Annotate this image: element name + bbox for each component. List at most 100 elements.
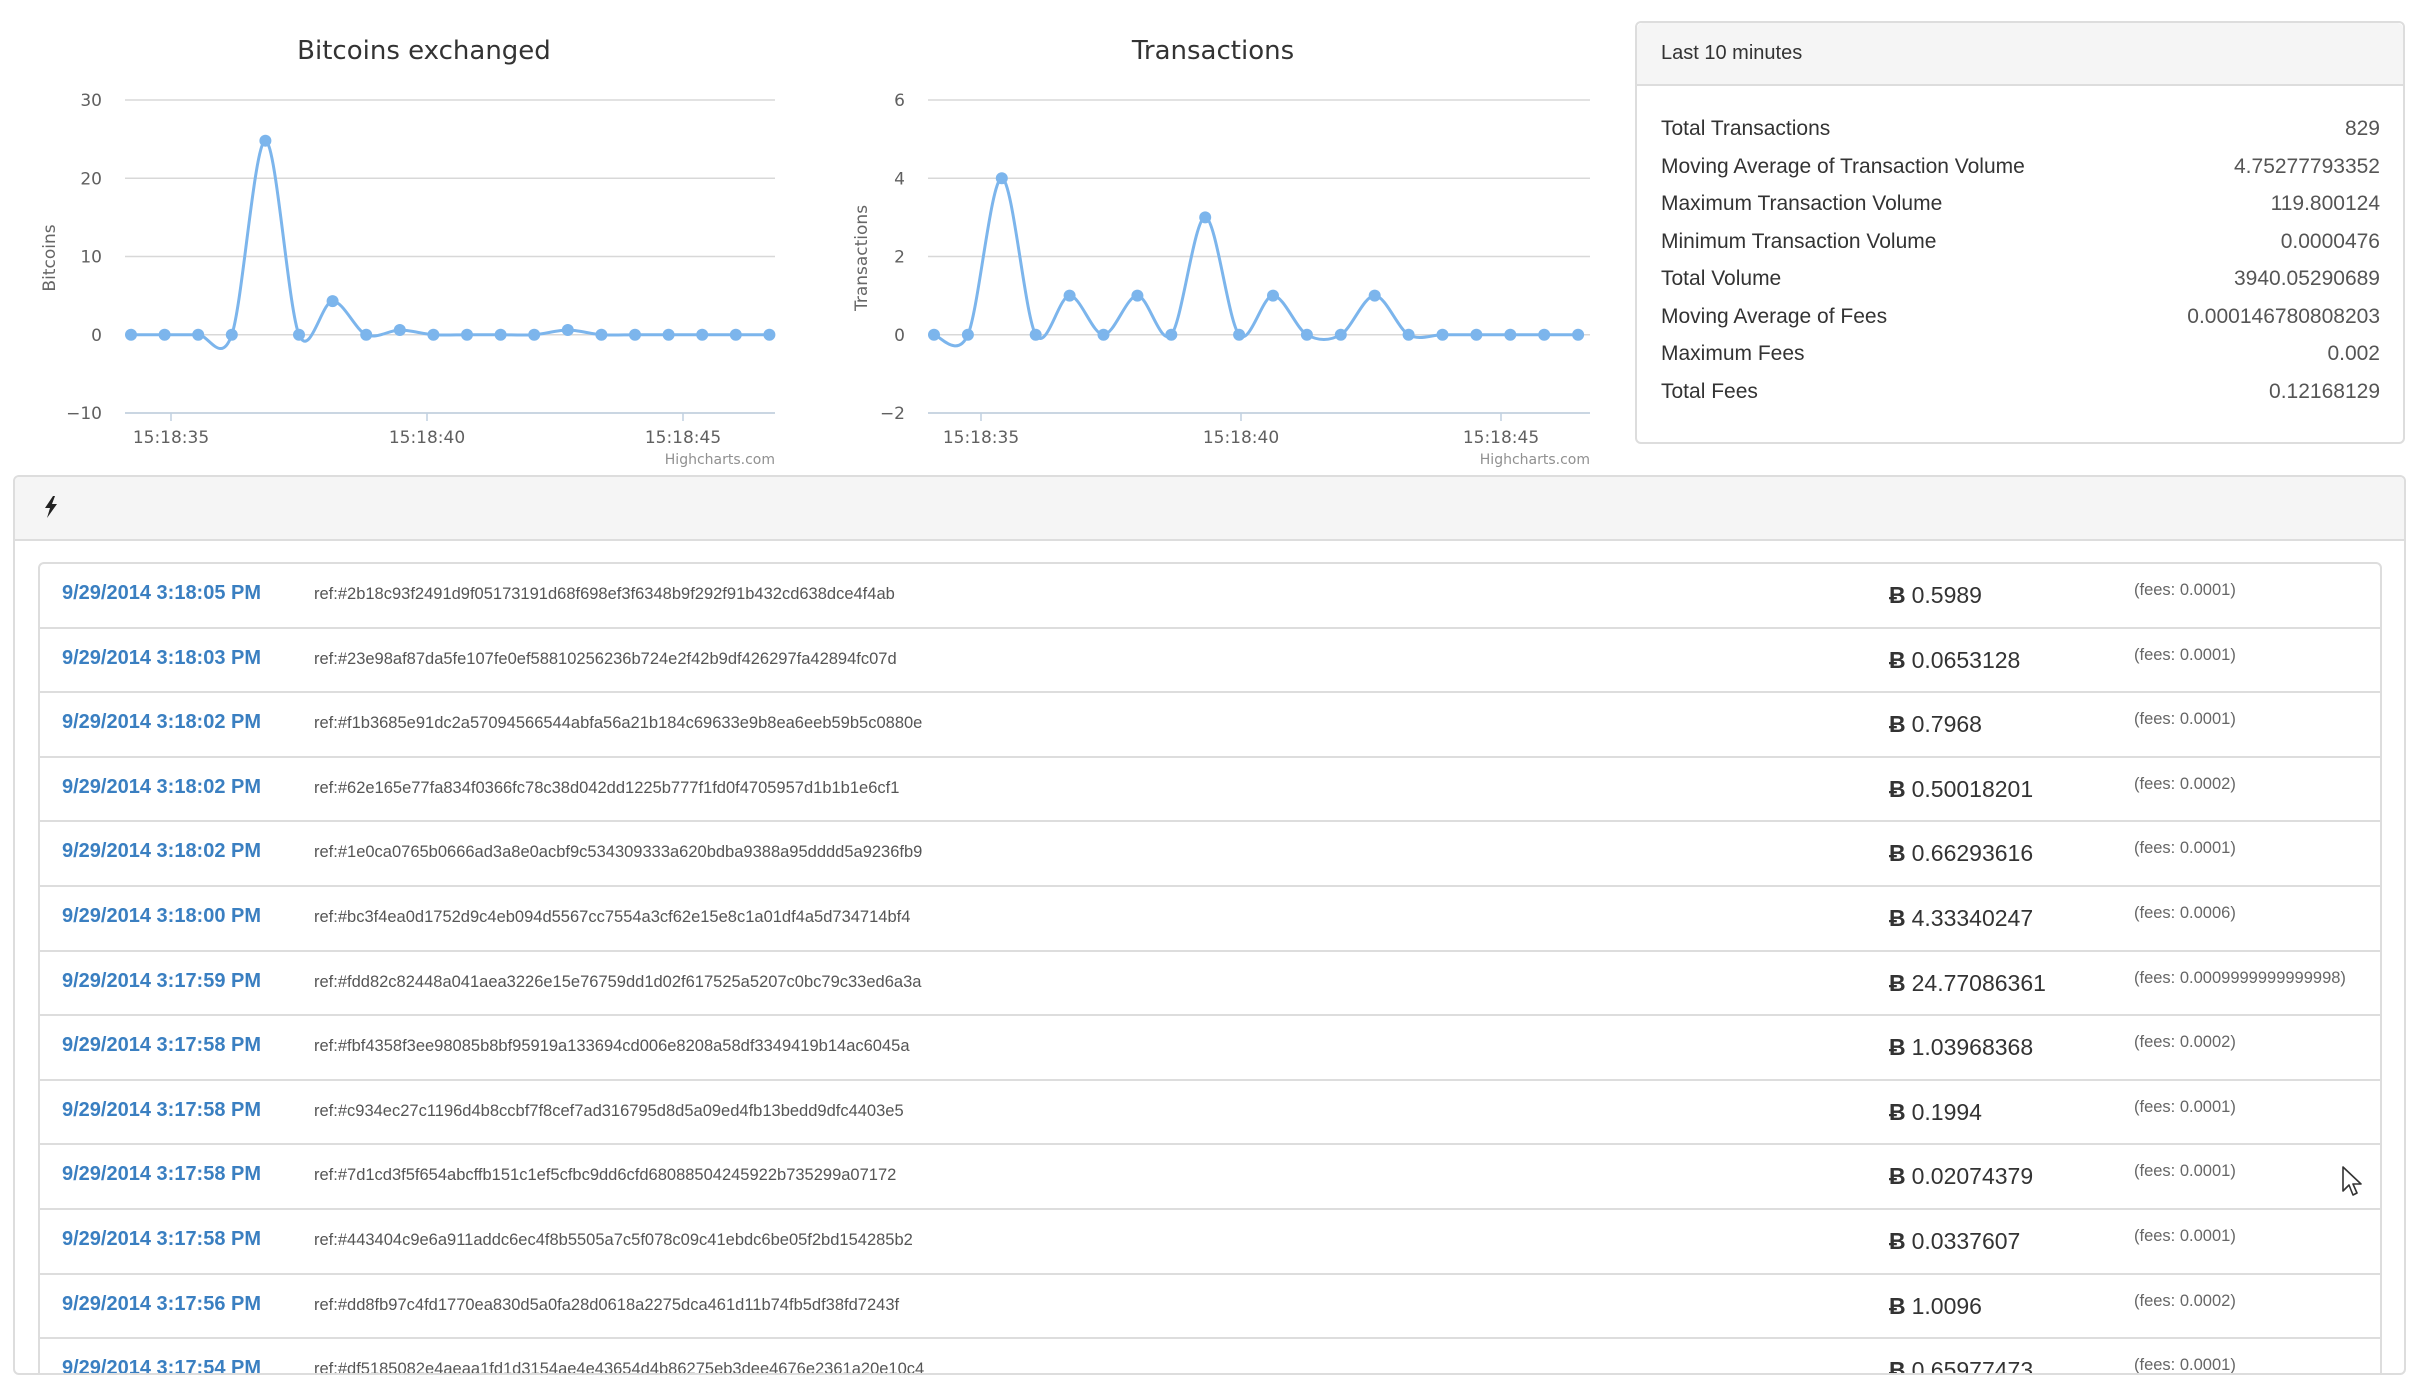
data-point[interactable] [225,328,238,341]
data-point[interactable] [1368,289,1381,302]
data-point[interactable] [928,328,940,341]
bitcoin-icon: Ƀ [1889,711,1906,738]
data-point[interactable] [125,328,137,341]
data-point[interactable] [158,328,171,341]
data-point[interactable] [561,324,574,337]
stats-panel: Last 10 minutes Total Transactions 829 Mov… [1635,21,2405,444]
transaction-date-link[interactable]: 9/29/2014 3:18:03 PM [62,629,261,687]
data-point[interactable] [1572,328,1585,341]
transaction-fees: (fees: 0.0001) [2134,839,2236,858]
transaction-date-link[interactable]: 9/29/2014 3:17:58 PM [62,1210,261,1268]
transaction-ref: ref:#443404c9e6a911addc6ec4f8b5505a7c5f0… [314,1230,913,1249]
data-point[interactable] [427,328,440,341]
chart-credit[interactable]: Highcharts.com [665,452,775,468]
transaction-date-link[interactable]: 9/29/2014 3:17:54 PM [62,1339,261,1373]
data-point[interactable] [1436,328,1449,341]
gridlines [125,99,775,414]
bitcoin-icon: Ƀ [1889,1034,1906,1061]
data-point[interactable] [259,134,272,147]
data-point[interactable] [1334,328,1347,341]
bitcoin-icon: Ƀ [1889,646,1906,673]
data-point[interactable] [1131,289,1144,302]
chart-title: Bitcoins exchanged [297,36,551,66]
y-tick-label: 0 [894,326,905,346]
transaction-amount: Ƀ 0.50018201 [1889,758,2033,820]
bitcoin-icon: Ƀ [1889,840,1906,867]
bitcoin-icon: Ƀ [1889,775,1906,802]
data-point[interactable] [995,172,1008,185]
data-point[interactable] [1538,328,1551,341]
transaction-date-link[interactable]: 9/29/2014 3:18:05 PM [62,564,261,622]
data-point[interactable] [1233,328,1246,341]
stat-value: 0.0000476 [2280,229,2380,253]
data-point[interactable] [1029,328,1042,341]
data-point[interactable] [595,328,608,341]
data-point[interactable] [1097,328,1110,341]
lightning-bolt-icon [45,496,57,518]
chart-credit[interactable]: Highcharts.com [1480,452,1590,468]
stat-row: Moving Average of Transaction Volume 4.75… [1661,148,2380,186]
bitcoin-icon: Ƀ [1889,969,1906,996]
transaction-date-link[interactable]: 9/29/2014 3:17:58 PM [62,1016,261,1074]
data-point[interactable] [662,328,675,341]
transaction-date-link[interactable]: 9/29/2014 3:17:56 PM [62,1275,261,1333]
transaction-date-link[interactable]: 9/29/2014 3:18:02 PM [62,758,261,816]
data-point[interactable] [461,328,473,341]
x-tick-labels: 15:18:35 15:18:40 15:18:45 [133,413,721,448]
transaction-ref: ref:#62e165e77fa834f0366fc78c38d042dd122… [314,778,900,797]
x-tick-label: 15:18:35 [133,428,209,448]
feed-header [15,477,2404,541]
data-point[interactable] [961,328,974,341]
data-point[interactable] [1063,289,1076,302]
transaction-fees: (fees: 0.0002) [2134,1033,2236,1052]
bitcoin-icon: Ƀ [1889,1292,1906,1319]
data-point[interactable] [729,328,742,341]
data-point[interactable] [360,328,373,341]
data-point[interactable] [1470,328,1483,341]
bitcoin-icon: Ƀ [1889,1357,1906,1375]
transaction-ref: ref:#df5185082e4aeaa1fd1d3154ae4e43654d4… [314,1360,925,1375]
transaction-date-link[interactable]: 9/29/2014 3:18:00 PM [62,887,261,945]
data-point[interactable] [763,328,776,341]
bitcoin-icon: Ƀ [1889,904,1906,931]
transaction-row: 9/29/2014 3:17:59 PM ref:#fdd82c82448a041… [40,952,2380,1017]
stat-row: Total Fees 0.12168129 [1661,373,2380,411]
transaction-date-link[interactable]: 9/29/2014 3:18:02 PM [62,693,261,751]
data-point[interactable] [494,328,507,341]
data-point[interactable] [393,324,406,337]
stat-row: Total Transactions 829 [1661,110,2380,148]
y-tick-label: 6 [894,91,905,111]
data-point[interactable] [696,328,709,341]
data-point[interactable] [528,328,541,341]
transaction-amount-value: 4.33340247 [1911,904,2034,931]
transaction-amount: Ƀ 0.7968 [1889,693,1982,755]
transaction-date-link[interactable]: 9/29/2014 3:17:58 PM [62,1081,261,1139]
transaction-row: 9/29/2014 3:17:58 PM ref:#7d1cd3f5f654abc… [40,1145,2380,1210]
data-point[interactable] [629,328,641,341]
data-point[interactable] [1165,328,1178,341]
transactions-list: 9/29/2014 3:18:05 PM ref:#2b18c93f2491d9f… [38,562,2382,1375]
stat-label: Maximum Fees [1661,342,1805,365]
transaction-ref: ref:#fbf4358f3ee98085b8bf95919a133694cd0… [314,1037,910,1056]
data-point[interactable] [1199,211,1212,224]
x-tick-label: 15:18:45 [1463,428,1539,448]
stat-label: Total Fees [1661,379,1758,403]
data-point[interactable] [1267,289,1279,302]
transaction-amount-value: 0.5989 [1911,582,1982,608]
data-point[interactable] [293,328,305,341]
transaction-ref: ref:#fdd82c82448a041aea3226e15e76759dd1d… [314,972,922,991]
transaction-date-link[interactable]: 9/29/2014 3:17:59 PM [62,952,261,1010]
data-point[interactable] [192,328,205,341]
transaction-ref: ref:#f1b3685e91dc2a57094566544abfa56a21b… [314,714,923,733]
y-tick-labels: 6 4 2 0 −2 [880,91,905,424]
transaction-amount: Ƀ 1.03968368 [1889,1016,2033,1078]
data-point[interactable] [326,295,339,308]
transaction-date-link[interactable]: 9/29/2014 3:18:02 PM [62,822,261,880]
transaction-fees: (fees: 0.0001) [2134,645,2236,664]
data-point[interactable] [1402,328,1415,341]
transaction-fees: (fees: 0.0002) [2134,1291,2236,1310]
transaction-date-link[interactable]: 9/29/2014 3:17:58 PM [62,1145,261,1203]
data-point[interactable] [1300,328,1313,341]
data-point[interactable] [1504,328,1517,341]
transaction-ref: ref:#c934ec27c1196d4b8ccbf7f8cef7ad31679… [314,1101,904,1120]
